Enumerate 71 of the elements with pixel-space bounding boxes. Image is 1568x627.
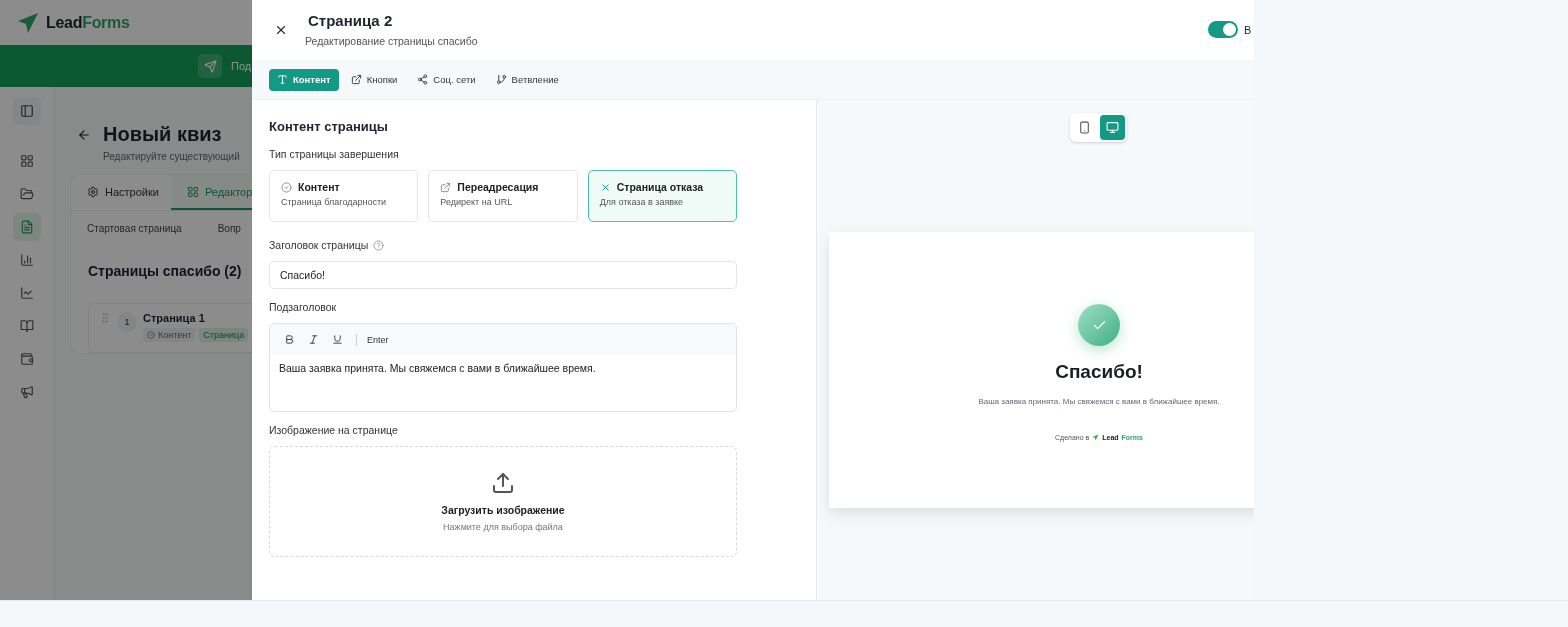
page-card[interactable]: 1 Страница 1 Контент Страница [88,303,252,353]
check-circle-icon [147,331,155,339]
tab[interactable]: Настройки [71,175,171,210]
upload-icon [491,471,515,495]
close-icon [274,23,288,37]
toggle-label: В [1244,23,1253,36]
field-label: Изображение на странице [269,424,399,436]
bar-chart-icon [20,253,34,267]
sidebar-item[interactable] [13,213,41,241]
logo-text: LeadForms [46,13,130,32]
grid-icon [186,185,199,198]
line-chart-icon [20,286,34,300]
paper-plane-icon [203,59,217,73]
gear-icon [87,185,99,198]
drawer-subtitle: Редактирование страницы спасибо [305,35,479,47]
folder-icon [20,187,34,201]
logo-icon [16,10,40,35]
check-circle-icon [281,181,292,193]
desktop-view-button[interactable] [1100,115,1125,140]
title-input[interactable]: Спасибо! [269,261,737,289]
sidebar-panel-icon [20,104,34,118]
tab[interactable]: Соц. сети [409,68,484,91]
wallet-icon [20,352,34,366]
enter-button[interactable]: Enter [367,334,389,345]
drawer-title: Страница 2 [308,12,394,29]
image-upload-area[interactable]: Загрузить изображение Нажмите для выбора файла [269,446,737,557]
phone-icon [1078,121,1091,134]
section-title: Контент страницы [269,119,389,134]
branch-icon [495,74,507,85]
bold-icon [283,334,295,345]
page-name: Страница 1 [143,312,206,324]
tab[interactable]: Кнопки [342,68,406,91]
italic-icon [307,334,319,345]
document-icon [20,220,34,234]
preview-text: Ваша заявка принята. Мы свяжемся с вами в ближайшее время. [978,397,1220,406]
share-icon [417,74,429,85]
page-subtitle: Редактируйте существующий [103,151,241,162]
preview-title: Спасибо! [1055,361,1143,383]
external-link-icon [440,181,452,193]
banner-text: Под [231,60,252,72]
page-type-option[interactable]: Страница отказа Для отказа в заявке [587,170,737,222]
rich-text-editor[interactable]: Enter Ваша заявка принята. Мы свяжемся с вами в ближайшее время. [269,323,737,412]
page-type-option[interactable]: Переадресация Редирект на URL [428,170,578,222]
toggle-switch[interactable] [1208,21,1238,38]
drag-handle-icon[interactable] [99,312,111,324]
tab[interactable]: Ветвление [487,68,567,91]
page-tag: Страница [199,328,249,342]
megaphone-icon [20,385,34,399]
text-icon [277,74,288,85]
book-icon [20,319,34,333]
monitor-icon [1106,121,1119,134]
sidebar-toggle-button[interactable] [13,97,41,125]
grid-icon [20,154,34,168]
help-icon[interactable] [373,239,385,251]
external-link-icon [350,74,362,85]
field-label: Тип страницы завершения [269,148,400,160]
step-link[interactable]: Стартовая страница [87,222,182,234]
check-badge-icon [1078,304,1120,346]
section-title: Страницы спасибо (2) [87,262,243,281]
tab[interactable]: Контент [269,68,339,91]
page-type-option[interactable]: Контент Страница благодарности [269,170,419,222]
close-icon [599,181,611,193]
page-number: 1 [117,312,137,332]
field-label: Подзаголовок [269,301,338,313]
field-label: Заголовок страницы [269,239,737,251]
page-tag: Контент [143,328,196,342]
step-link[interactable]: Вопр [217,222,241,234]
editor-text: Ваша заявка принята. Мы свяжемся с вами в ближайшее время. [278,361,597,376]
logo-icon [1092,434,1100,441]
underline-icon [331,334,343,345]
page-title: Новый квиз [103,123,222,146]
